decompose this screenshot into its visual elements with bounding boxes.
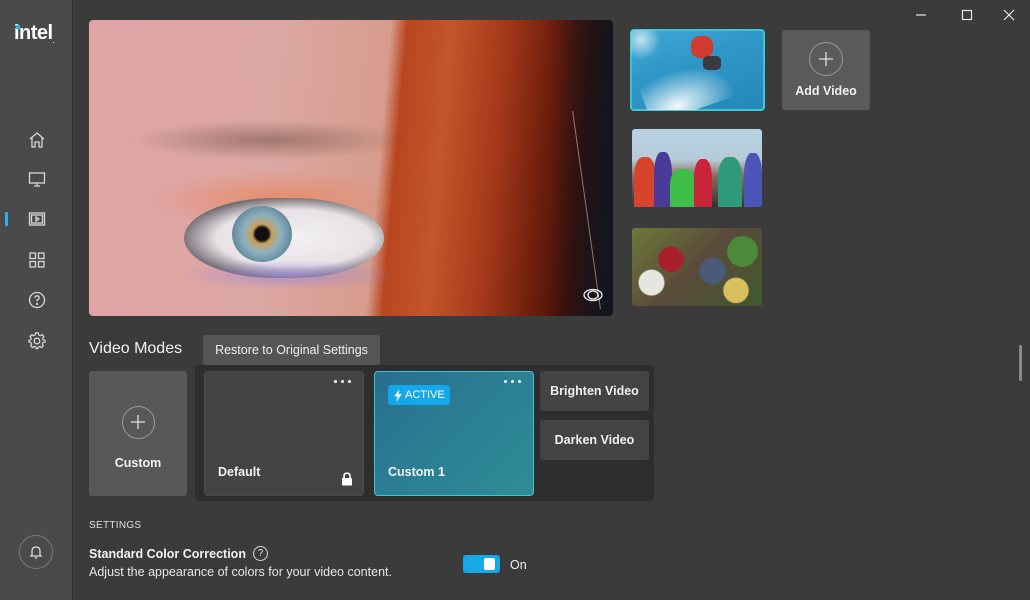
maximize-icon <box>961 9 973 21</box>
thumb-person <box>694 159 712 207</box>
thumb-rider-legs <box>703 56 721 70</box>
video-thumbnail-group[interactable] <box>632 129 762 207</box>
video-preview[interactable] <box>89 20 613 316</box>
compare-toggle-button[interactable] <box>582 287 604 303</box>
mode-name: Default <box>218 465 261 479</box>
thumb-person <box>634 157 656 207</box>
lightning-icon <box>394 388 402 402</box>
add-custom-mode-button[interactable]: Custom <box>89 371 187 496</box>
dot <box>341 380 344 383</box>
eye-icon <box>583 288 603 302</box>
custom-mode-label: Custom <box>114 455 162 470</box>
more-options-button[interactable] <box>334 380 351 383</box>
monitor-icon <box>28 172 46 187</box>
color-correction-description: Adjust the appearance of colors for your… <box>89 565 392 579</box>
minimize-button[interactable] <box>906 5 936 25</box>
mode-card-default[interactable]: Default <box>204 371 364 496</box>
toggle-knob <box>484 558 495 570</box>
sidebar-item-video[interactable] <box>24 206 50 232</box>
dot <box>334 380 337 383</box>
intel-logo: intel. <box>14 22 54 45</box>
thumb-sun <box>631 30 661 60</box>
sidebar-item-help[interactable] <box>24 287 50 313</box>
mode-name: Custom 1 <box>388 465 445 479</box>
preview-brow <box>129 120 409 160</box>
grid-icon <box>29 252 45 268</box>
preview-iris <box>232 206 292 262</box>
active-badge-text: ACTIVE <box>405 389 445 401</box>
active-nav-indicator <box>5 212 8 226</box>
help-icon <box>28 291 46 309</box>
sidebar-item-apps[interactable] <box>24 247 50 273</box>
sidebar-item-home[interactable] <box>24 127 50 153</box>
sidebar-item-settings[interactable] <box>24 328 50 354</box>
plus-icon <box>819 52 833 66</box>
help-icon[interactable]: ? <box>253 546 268 561</box>
thumb-person <box>718 157 742 207</box>
preview-hair-strand <box>572 110 601 310</box>
thumb-person <box>744 153 762 207</box>
dot <box>511 380 514 383</box>
sidebar-item-display[interactable] <box>24 166 50 192</box>
minimize-icon <box>916 14 926 16</box>
dot <box>504 380 507 383</box>
dot <box>518 380 521 383</box>
notifications-button[interactable] <box>19 535 53 569</box>
close-button[interactable] <box>994 5 1024 25</box>
sidebar: intel. <box>0 0 73 600</box>
mode-card-custom-1[interactable]: ACTIVE Custom 1 <box>374 371 534 496</box>
plus-icon <box>131 415 145 429</box>
video-thumbnail-market[interactable] <box>632 228 762 306</box>
active-badge: ACTIVE <box>388 385 450 405</box>
add-video-button[interactable]: Add Video <box>782 30 870 110</box>
close-icon <box>1003 9 1015 21</box>
settings-section-label: SETTINGS <box>89 520 142 531</box>
video-thumbnail-snowboarder[interactable] <box>630 29 765 111</box>
thumb-person <box>670 169 696 207</box>
home-icon <box>29 132 45 148</box>
add-custom-circle <box>121 405 155 439</box>
brighten-video-button[interactable]: Brighten Video <box>540 371 649 411</box>
color-correction-toggle[interactable] <box>463 555 500 573</box>
toggle-state-label: On <box>510 558 527 572</box>
vertical-scrollbar[interactable] <box>1019 345 1022 381</box>
thumb-rider <box>691 36 713 58</box>
preview-undereye <box>179 260 399 290</box>
add-video-label: Add Video <box>795 84 857 98</box>
restore-settings-button[interactable]: Restore to Original Settings <box>203 335 380 365</box>
maximize-button[interactable] <box>952 5 982 25</box>
add-video-circle <box>809 42 843 76</box>
dot <box>348 380 351 383</box>
logo-dot <box>16 25 20 29</box>
video-modes-title: Video Modes <box>89 340 183 357</box>
gear-icon <box>28 332 46 350</box>
darken-video-button[interactable]: Darken Video <box>540 420 649 460</box>
logo-mark: . <box>52 39 55 45</box>
video-icon <box>28 212 46 226</box>
more-options-button[interactable] <box>504 380 521 383</box>
color-correction-title: Standard Color Correction <box>89 547 246 561</box>
bell-icon <box>29 546 43 559</box>
lock-icon <box>342 472 352 486</box>
